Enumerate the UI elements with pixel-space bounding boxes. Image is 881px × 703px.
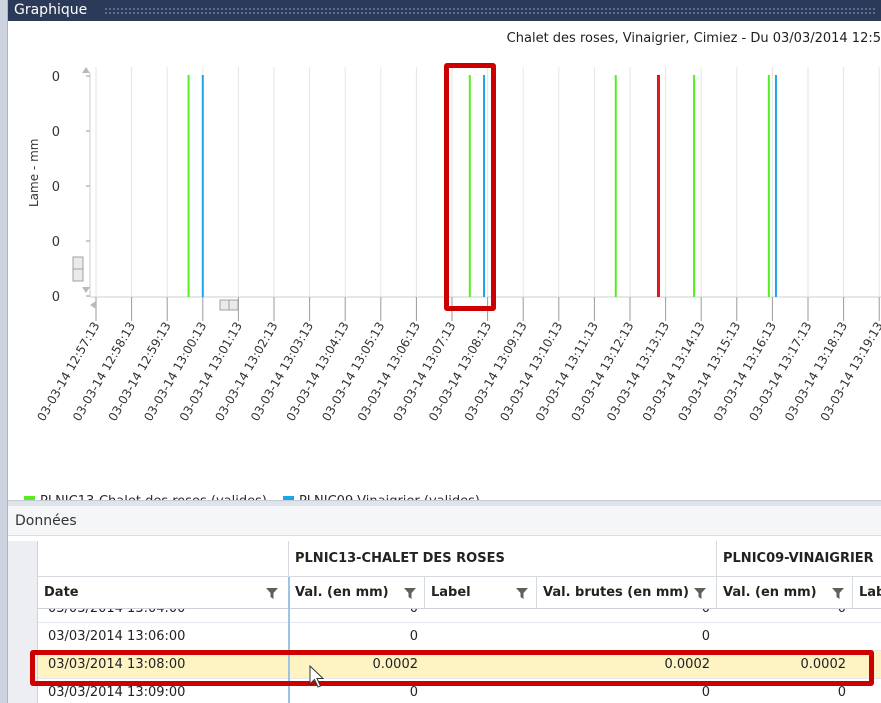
x-tick-label: 03-03-14 13:06:13	[355, 320, 423, 424]
y-tick-label: 0	[52, 235, 60, 250]
column-header-label-plnic09[interactable]: Label	[852, 577, 881, 609]
cell-val-plnic09	[716, 623, 852, 651]
x-tick-label: 03-03-14 13:11:13	[533, 320, 601, 424]
x-tick-label: 03-03-14 12:57:13	[34, 320, 102, 424]
x-tick-label: 03-03-14 13:14:13	[640, 320, 708, 424]
chart-plot: 03-03-14 12:57:1303-03-14 12:58:1303-03-…	[34, 67, 881, 424]
filter-icon[interactable]	[694, 588, 706, 599]
x-tick-label: 03-03-14 13:16:13	[711, 320, 779, 424]
scroll-down-icon	[82, 287, 90, 293]
column-header-label2-label: Label	[859, 585, 881, 600]
x-tick-label: 03-03-14 13:10:13	[497, 320, 565, 424]
x-tick-label: 03-03-14 12:58:13	[70, 320, 138, 424]
cell-raw-plnic13: 0	[701, 685, 710, 700]
column-header-val-label: Val. (en mm)	[295, 585, 389, 600]
filter-icon[interactable]	[266, 588, 278, 599]
x-tick-label: 03-03-14 13:08:13	[426, 320, 494, 424]
cell-label-plnic13	[424, 679, 536, 703]
y-tick-label: 0	[52, 70, 60, 85]
group-header-row: PLNIC13-CHALET DES ROSES PLNIC09-VINAIGR…	[38, 541, 881, 577]
filter-icon[interactable]	[404, 588, 416, 599]
group-header-date	[38, 541, 288, 577]
cell-date: 03/03/2014 13:04:00	[48, 609, 288, 623]
left-dock-strip	[0, 0, 8, 703]
cell-raw-plnic13: 0.0002	[664, 657, 711, 672]
cell-label-plnic13	[424, 609, 536, 623]
group-header-plnic09: PLNIC09-VINAIGRIER	[716, 541, 881, 577]
column-header-raw-plnic13[interactable]: Val. brutes (en mm)	[536, 577, 716, 609]
cell-date: 03/03/2014 13:09:00	[48, 685, 186, 700]
scroll-left-icon	[90, 301, 96, 309]
x-tick-label: 03-03-14 13:13:13	[604, 320, 672, 424]
x-tick-label: 03-03-14 13:09:13	[462, 320, 530, 424]
x-tick-label: 03-03-14 13:19:13	[818, 320, 881, 424]
x-tick-label: 03-03-14 13:07:13	[390, 320, 458, 424]
y-tick-label: 0	[52, 180, 60, 195]
x-tick-label: 03-03-14 13:03:13	[248, 320, 316, 424]
group-header-plnic13: PLNIC13-CHALET DES ROSES	[288, 541, 716, 577]
x-tick-label: 03-03-14 13:00:13	[141, 320, 209, 424]
scroll-up-icon	[82, 67, 90, 73]
table-row-selected[interactable]: 03/03/2014 13:08:00 0.0002 0.0002 0.0002	[38, 651, 881, 679]
x-tick-label: 03-03-14 13:18:13	[782, 320, 850, 424]
x-tick-label: 03-03-14 13:12:13	[568, 320, 636, 424]
filter-icon[interactable]	[832, 588, 844, 599]
x-tick-label: 03-03-14 13:15:13	[675, 320, 743, 424]
grid-body: 03/03/2014 13:04:00 0 0 0 03/03/2014 13:…	[38, 609, 881, 703]
data-grid: PLNIC13-CHALET DES ROSES PLNIC09-VINAIGR…	[8, 541, 881, 703]
column-header-raw-label: Val. brutes (en mm)	[543, 585, 689, 600]
cell-raw-plnic13: 0	[701, 629, 710, 644]
cell-date: 03/03/2014 13:08:00	[48, 657, 186, 672]
cell-label-plnic13	[424, 651, 536, 679]
filter-icon[interactable]	[516, 588, 528, 599]
cell-val-plnic13: 0	[409, 629, 418, 644]
table-row[interactable]: 03/03/2014 13:04:00 0 0 0	[38, 609, 881, 623]
data-panel-title: Données	[15, 513, 77, 529]
x-tick-label: 03-03-14 12:59:13	[106, 320, 174, 424]
cell-label-plnic13	[424, 623, 536, 651]
column-header-val2-label: Val. (en mm)	[723, 585, 817, 600]
y-tick-label: 0	[52, 125, 60, 140]
y-tick-label: 0	[52, 290, 60, 305]
cell-val-plnic13: 0	[288, 609, 424, 623]
x-tick-label: 03-03-14 13:01:13	[177, 320, 245, 424]
x-tick-label: 03-03-14 13:05:13	[319, 320, 387, 424]
panel-grip[interactable]	[104, 7, 877, 14]
cell-raw-plnic13: 0	[536, 609, 716, 623]
mouse-cursor-icon	[309, 665, 325, 688]
data-panel-header: Données	[8, 506, 881, 536]
chart-area: Chalet des roses, Vinaigrier, Cimiez - D…	[8, 21, 881, 509]
column-header-row: Date Val. (en mm) Label Val. brutes (en …	[38, 577, 881, 609]
cell-date: 03/03/2014 13:06:00	[48, 629, 186, 644]
cell-val-plnic09: 0	[837, 685, 846, 700]
cell-val-plnic09: 0	[716, 609, 852, 623]
row-selector-column[interactable]	[8, 541, 38, 703]
column-header-date-label: Date	[44, 585, 79, 600]
x-tick-label: 03-03-14 13:17:13	[746, 320, 814, 424]
table-row[interactable]: 03/03/2014 13:09:00 0 0 0	[38, 679, 881, 703]
chart-panel-header: Graphique	[8, 0, 881, 21]
column-header-label-label: Label	[431, 585, 471, 600]
x-tick-label: 03-03-14 13:02:13	[212, 320, 280, 424]
column-resize-indicator	[288, 577, 290, 703]
chart-panel-title: Graphique	[14, 2, 88, 18]
table-row[interactable]: 03/03/2014 13:06:00 0 0	[38, 623, 881, 651]
cell-val-plnic09: 0.0002	[800, 657, 847, 672]
x-tick-label: 03-03-14 13:04:13	[284, 320, 352, 424]
column-header-date[interactable]: Date	[38, 577, 288, 609]
